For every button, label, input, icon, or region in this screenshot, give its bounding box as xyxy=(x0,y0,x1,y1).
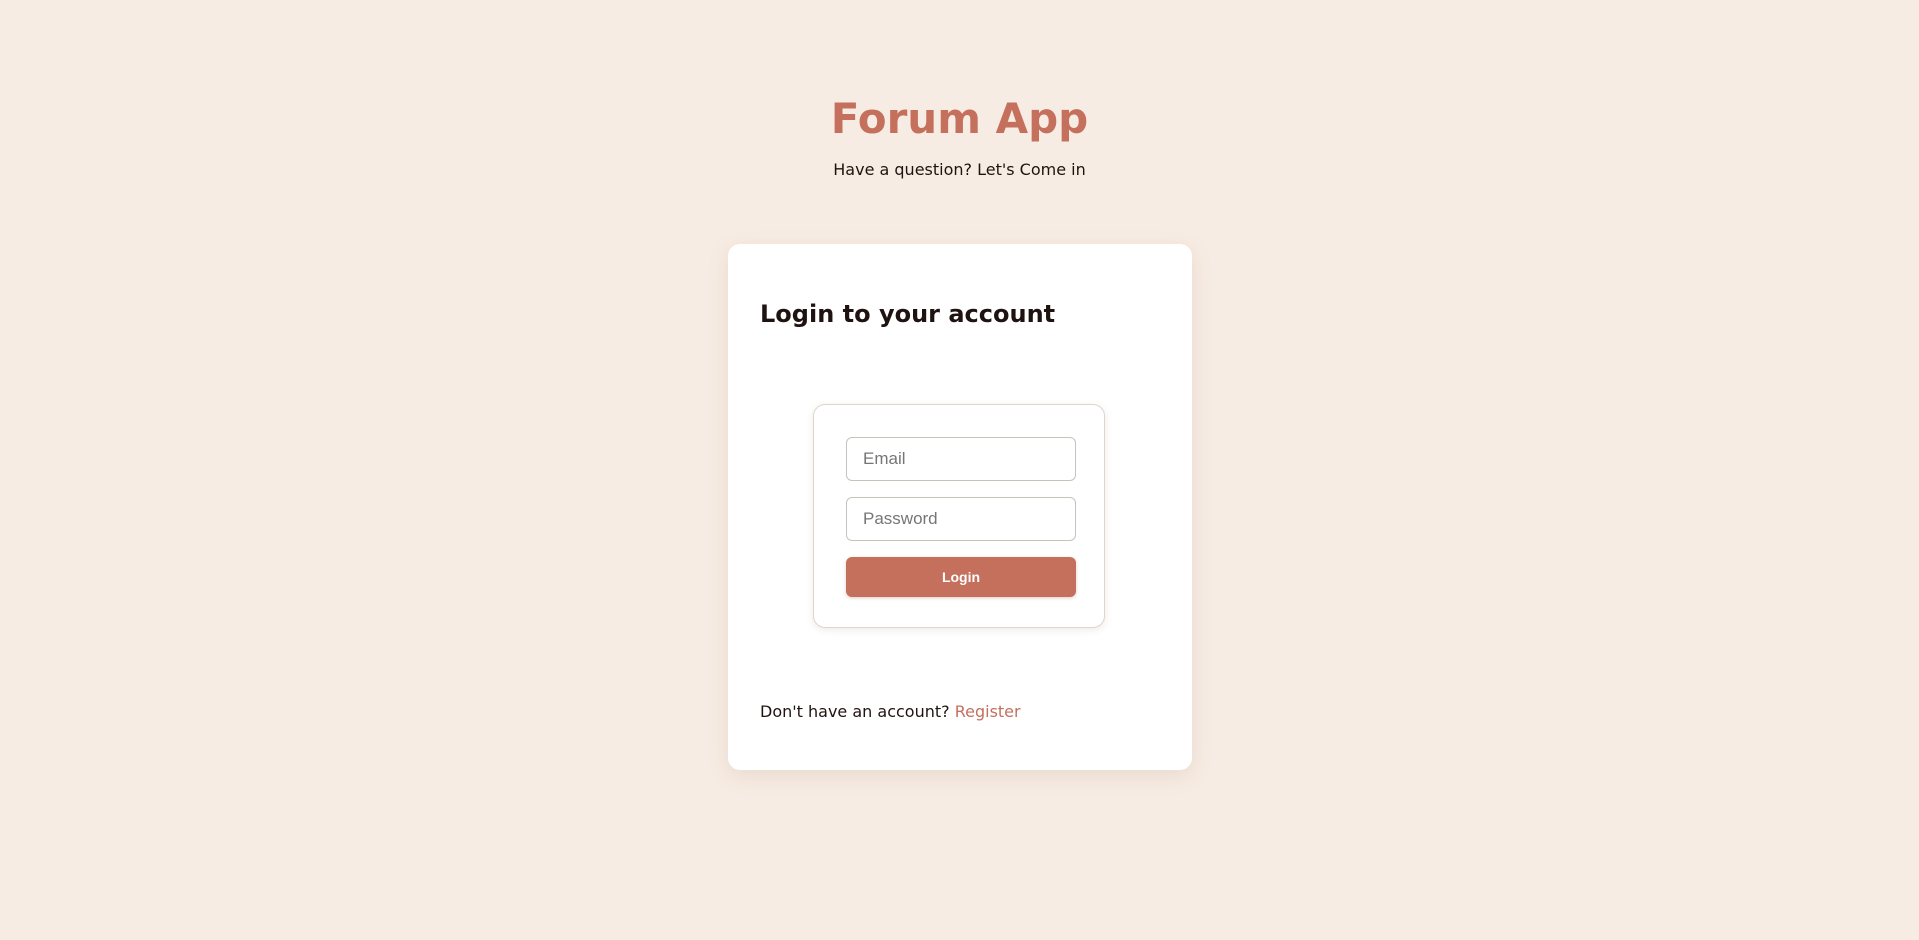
register-link[interactable]: Register xyxy=(955,702,1021,721)
register-prompt-line: Don't have an account? Register xyxy=(760,700,1021,724)
password-field[interactable] xyxy=(846,497,1076,541)
email-field[interactable] xyxy=(846,437,1076,481)
app-tagline: Have a question? Let's Come in xyxy=(833,160,1086,179)
login-form: Login xyxy=(813,404,1105,628)
login-button[interactable]: Login xyxy=(846,557,1076,597)
register-prompt-text: Don't have an account? xyxy=(760,702,950,721)
login-card: Login to your account Login Don't have a… xyxy=(728,244,1192,770)
login-card-title: Login to your account xyxy=(760,300,1056,328)
app-title: Forum App xyxy=(830,94,1089,143)
